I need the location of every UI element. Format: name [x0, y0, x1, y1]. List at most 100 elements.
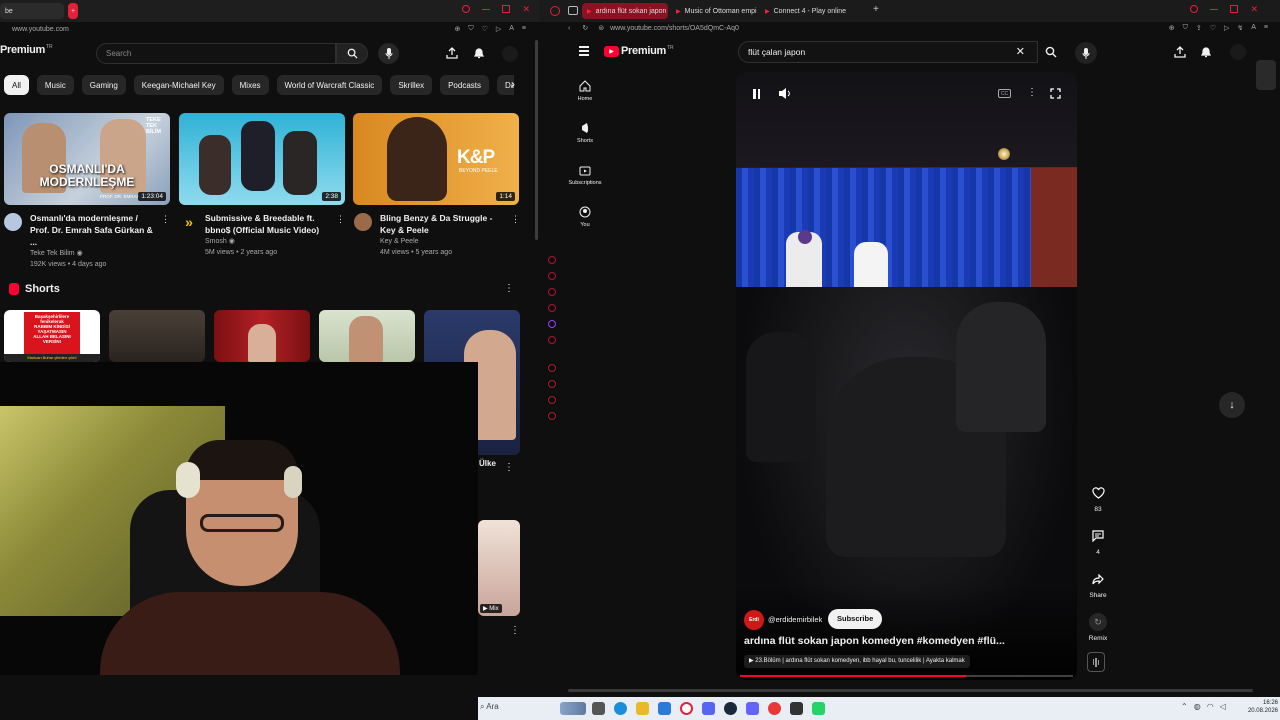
search-button[interactable] [336, 43, 368, 64]
channel-name[interactable]: Key & Peele [380, 236, 508, 247]
clock[interactable]: 16:26 20.08.2026 [1240, 699, 1278, 715]
steam-icon[interactable] [724, 702, 737, 715]
bookmark-icon[interactable]: ♡ [482, 25, 488, 33]
chip-7[interactable]: Podcasts [440, 75, 489, 95]
search-input[interactable]: Search [96, 43, 336, 64]
more-options-icon[interactable]: ⋮ [336, 214, 345, 225]
nav-you[interactable]: You [562, 206, 608, 228]
minimize-icon[interactable] [482, 9, 491, 10]
obs-icon[interactable] [790, 702, 803, 715]
sync-icon[interactable]: ↯ [1237, 24, 1243, 32]
new-tab-button[interactable]: + [68, 3, 78, 19]
weather-widget-icon[interactable] [560, 702, 586, 715]
messenger-icon[interactable] [548, 288, 556, 296]
short-title[interactable]: ardına flüt sokan japon komedyen #komedy… [744, 635, 1074, 647]
left-url-bar[interactable]: www.youtube.com ⊕ ⛉ ♡ ▷ A ≡ [12, 22, 532, 36]
playlist-chip[interactable]: ▶ 23.Bölüm | ardına flüt sokan komedyen,… [744, 655, 970, 668]
short-thumbnail-3[interactable] [214, 310, 310, 362]
task-view-icon[interactable] [592, 702, 605, 715]
translate-icon[interactable]: A [509, 25, 514, 33]
mix-thumbnail[interactable]: ▶ Mix [478, 520, 520, 616]
close-icon[interactable]: ✕ [522, 5, 530, 14]
notifications-icon[interactable] [473, 47, 485, 59]
remix-button[interactable]: ↻ Remix [1083, 613, 1113, 642]
short-thumbnail-4[interactable] [319, 310, 415, 362]
channel-avatar[interactable] [354, 213, 372, 231]
network-icon[interactable]: ◠ [1207, 702, 1214, 711]
music-icon[interactable] [548, 304, 556, 312]
cube-icon[interactable] [548, 396, 556, 404]
new-tab-button[interactable]: + [873, 4, 879, 15]
taskbar-search[interactable]: ⌕ Ara [480, 702, 499, 712]
site-info-icon[interactable]: ⊜ [598, 24, 604, 32]
volume-icon[interactable] [778, 87, 792, 100]
short-thumbnail-1[interactable]: Başakşehirlilere fenikelerak RABBIM KİNDİS… [4, 310, 100, 362]
chevron-right-icon[interactable]: › [511, 75, 525, 95]
channel-handle[interactable]: @erdidemirbilek [768, 615, 822, 624]
chip-4[interactable]: Mixes [231, 75, 269, 95]
chip-3[interactable]: Keegan-Michael Key [133, 75, 224, 95]
mic-icon[interactable]: ◍ [1194, 702, 1201, 711]
sidebar-toggle-icon[interactable] [568, 6, 578, 15]
clock-icon[interactable] [548, 364, 556, 372]
chip-1[interactable]: Music [36, 75, 74, 95]
bookmark-icon[interactable] [548, 336, 556, 344]
avatar[interactable] [1230, 44, 1246, 60]
channel-avatar[interactable]: » [180, 213, 198, 231]
zoom-icon[interactable]: ⊕ [1169, 24, 1175, 32]
avatar[interactable] [502, 46, 518, 62]
record-icon[interactable] [1190, 5, 1199, 13]
video-title[interactable]: Osmanlı'da modernleşme / Prof. Dr. Emrah… [30, 212, 158, 248]
chevron-up-icon[interactable]: ⌃ [1181, 702, 1188, 711]
app-icon[interactable] [768, 702, 781, 715]
zoom-icon[interactable]: ⊕ [454, 25, 460, 33]
app-icon[interactable] [746, 702, 759, 715]
like-button[interactable]: 83 [1083, 484, 1113, 513]
voice-search-button[interactable] [378, 43, 399, 64]
back-icon[interactable]: ‹ [568, 25, 570, 32]
chip-0[interactable]: All [4, 75, 29, 95]
player-more-icon[interactable]: ⋮ [1027, 87, 1037, 98]
discord-icon[interactable] [702, 702, 715, 715]
share-button[interactable]: Share [1083, 570, 1113, 599]
minimize-icon[interactable] [1210, 9, 1219, 10]
chip-5[interactable]: World of Warcraft Classic [276, 75, 383, 95]
record-icon[interactable] [462, 5, 471, 13]
search-button[interactable] [1036, 41, 1066, 63]
translate-icon[interactable]: A [1251, 24, 1256, 32]
maximize-icon[interactable] [502, 5, 511, 13]
video-thumbnail-1[interactable]: TEKE TEK BİLİM OSMANLI'DA MODERNLEŞME PR… [4, 113, 170, 205]
extension-icon[interactable]: ⛉ [468, 25, 473, 33]
shorts-player[interactable]: CC ⋮ Erdi @erdidemirbilek Subscribe ardı… [736, 72, 1077, 680]
subscribe-button[interactable]: Subscribe [828, 609, 883, 629]
fullscreen-icon[interactable] [1050, 88, 1061, 99]
right-url-bar[interactable]: ‹ ↻ ⊜ www.youtube.com/shorts/OA5dQmC-Aq0… [568, 21, 1268, 35]
extension-icon[interactable]: ⛉ [1183, 24, 1188, 32]
read-icon[interactable]: ▷ [1224, 24, 1229, 32]
file-explorer-icon[interactable] [636, 702, 649, 715]
opera-gx-icon[interactable] [680, 702, 693, 715]
sound-button[interactable] [1087, 652, 1105, 672]
chip-6[interactable]: Skrillex [390, 75, 433, 95]
pause-icon[interactable] [753, 89, 760, 99]
instagram-icon[interactable] [548, 272, 556, 280]
settings-icon[interactable] [548, 412, 556, 420]
right-logo[interactable]: ▶ Premium TR [604, 45, 674, 57]
channel-avatar[interactable]: Erdi [744, 610, 764, 630]
nav-home[interactable]: Home [562, 80, 608, 102]
share-page-icon[interactable]: ⇪ [1196, 24, 1202, 32]
chip-2[interactable]: Gaming [81, 75, 126, 95]
more-options-icon[interactable]: ⋮ [510, 625, 520, 636]
search-input[interactable]: flüt çalan japon ✕ [738, 41, 1038, 63]
left-scrollbar[interactable] [535, 40, 538, 240]
horizontal-scrollbar[interactable] [568, 689, 1253, 692]
next-short-button[interactable]: ↓ [1219, 392, 1245, 418]
volume-icon[interactable]: ◁ [1220, 702, 1226, 711]
progress-track[interactable] [740, 675, 1073, 677]
browser-tab-2[interactable]: ▶Connect 4 - Play online gr [760, 3, 846, 19]
store-icon[interactable] [658, 702, 671, 715]
clear-search-icon[interactable]: ✕ [1016, 45, 1025, 58]
browser-tab-0[interactable]: ▶ ardına flüt sokan japon [582, 3, 668, 19]
video-title[interactable]: Bling Benzy & Da Struggle - Key & Peele [380, 212, 508, 236]
short-thumbnail-2[interactable] [109, 310, 205, 362]
